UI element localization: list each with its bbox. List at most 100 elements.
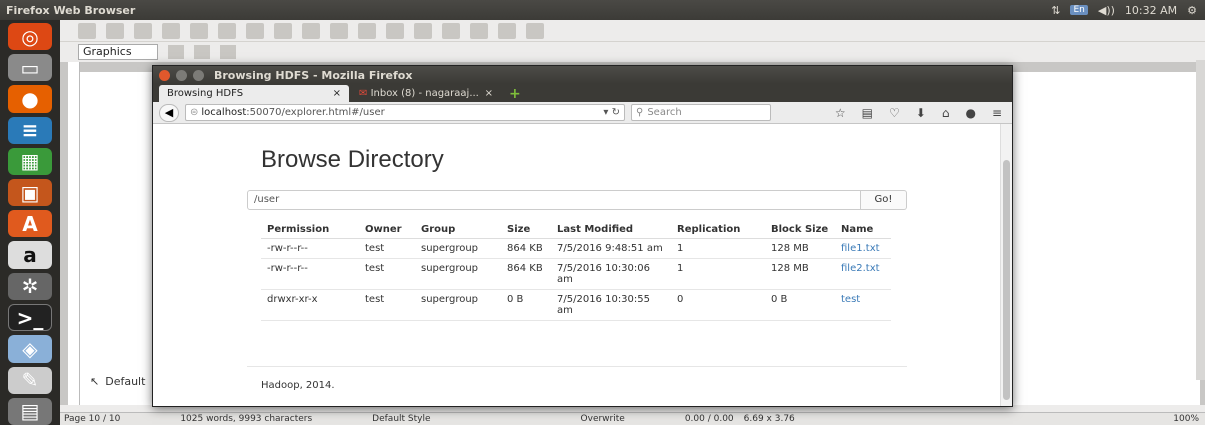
anchor-icon[interactable]	[220, 45, 236, 59]
modified-cell: 7/5/2016 9:48:51 am	[551, 238, 671, 259]
dash-home-icon[interactable]: ◎	[8, 23, 52, 51]
print-icon[interactable]	[190, 22, 208, 39]
back-button[interactable]: ◀	[159, 103, 179, 122]
undo-icon[interactable]	[330, 22, 348, 39]
wrap-off-icon[interactable]	[168, 45, 184, 59]
navigator-icon[interactable]	[470, 22, 488, 39]
tab-label: Browsing HDFS	[167, 88, 244, 99]
text-editor-icon[interactable]: ✎	[8, 366, 52, 394]
zoom-level[interactable]: 100%	[1173, 414, 1205, 424]
home-icon[interactable]: ⌂	[942, 106, 950, 120]
amazon-icon[interactable]: a	[8, 241, 52, 269]
column-header[interactable]: Owner	[359, 220, 415, 239]
file-link[interactable]: file2.txt	[841, 263, 880, 274]
close-tab-icon[interactable]: ×	[333, 88, 341, 99]
page-style[interactable]: Default Style	[372, 414, 430, 424]
url-bar[interactable]: ⊜ localhost:50070/explorer.html#/user ▾ …	[185, 104, 625, 121]
close-window-icon[interactable]	[159, 69, 170, 81]
column-header[interactable]: Permission	[261, 220, 359, 239]
search-placeholder: Search	[647, 107, 682, 118]
software-center-icon[interactable]: A	[8, 210, 52, 238]
column-header[interactable]: Last Modified	[551, 220, 671, 239]
table-header-row: Permission Owner Group Size Last Modifie…	[261, 220, 891, 239]
image-viewer-icon[interactable]: ◈	[8, 335, 52, 363]
bottom-style-label[interactable]: Default	[105, 375, 145, 388]
new-doc-icon[interactable]	[78, 22, 96, 39]
writer-icon[interactable]: ≡	[8, 116, 52, 144]
table-row: -rw-r--r-- test supergroup 864 KB 7/5/20…	[261, 258, 891, 290]
column-header[interactable]: Group	[415, 220, 501, 239]
formatting-marks-icon[interactable]	[498, 22, 516, 39]
toolbar-icons: ☆ ▤ ♡ ⬇ ⌂ ● ≡	[835, 106, 1006, 120]
page-content: Browse Directory /user Go! Permission Ow…	[153, 124, 1001, 406]
reload-icon[interactable]: ▾ ↻	[603, 107, 624, 118]
block-size-cell: 0 B	[765, 289, 835, 321]
tab-strip: Browsing HDFS × ✉ Inbox (8) - nagaraaj..…	[153, 84, 1012, 102]
frame-style-select[interactable]: Graphics	[78, 44, 158, 60]
column-header[interactable]: Block Size	[765, 220, 835, 239]
menu-icon[interactable]: ≡	[992, 106, 1002, 120]
firefox-icon[interactable]: ●	[8, 85, 52, 113]
image-icon[interactable]	[414, 22, 432, 39]
workspace-switcher-icon[interactable]: ▤	[8, 397, 52, 425]
tab-inbox[interactable]: ✉ Inbox (8) - nagaraaj... ×	[351, 85, 501, 102]
settings-gear-icon[interactable]: ⚙	[1187, 4, 1197, 17]
export-pdf-icon[interactable]	[162, 22, 180, 39]
site-info-icon[interactable]: ⊜	[190, 107, 198, 118]
window-title: Browsing HDFS - Mozilla Firefox	[214, 68, 413, 82]
open-icon[interactable]	[106, 22, 124, 39]
reading-list-icon[interactable]: ▤	[862, 106, 873, 120]
active-app-title: Firefox Web Browser	[6, 3, 136, 17]
directory-path-input[interactable]: /user	[247, 190, 861, 210]
cut-icon[interactable]	[246, 22, 264, 39]
scrollbar-thumb[interactable]	[1003, 160, 1010, 400]
help-icon[interactable]	[526, 22, 544, 39]
owner-cell: test	[359, 258, 415, 290]
writer-right-scrollbar[interactable]	[1196, 60, 1205, 380]
terminal-icon[interactable]: >_	[8, 303, 52, 332]
new-tab-button[interactable]: +	[503, 86, 527, 102]
column-header[interactable]: Size	[501, 220, 551, 239]
column-header[interactable]: Replication	[671, 220, 765, 239]
wrap-page-icon[interactable]	[194, 45, 210, 59]
minimize-window-icon[interactable]	[176, 69, 187, 81]
impress-icon[interactable]: ▣	[8, 178, 52, 207]
volume-icon[interactable]: ◀))	[1098, 4, 1115, 17]
insert-mode[interactable]: Overwrite	[581, 414, 625, 424]
calc-icon[interactable]: ▦	[8, 147, 52, 175]
close-tab-icon[interactable]: ×	[485, 88, 493, 99]
copy-icon[interactable]	[274, 22, 292, 39]
files-icon[interactable]: ▭	[8, 54, 52, 82]
hello-chat-icon[interactable]: ●	[965, 106, 975, 120]
bookmark-star-icon[interactable]: ☆	[835, 106, 846, 120]
directory-table: Permission Owner Group Size Last Modifie…	[261, 220, 891, 321]
network-icon[interactable]: ⇅	[1051, 4, 1060, 17]
search-input[interactable]: ⚲ Search	[631, 104, 771, 121]
system-settings-icon[interactable]: ✲	[8, 272, 52, 300]
spellcheck-icon[interactable]	[218, 22, 236, 39]
column-header[interactable]: Name	[835, 220, 891, 239]
page-scrollbar[interactable]	[1000, 124, 1012, 406]
size-cell: 0 B	[501, 289, 551, 321]
directory-link[interactable]: test	[841, 294, 860, 305]
select-arrow-icon[interactable]: ↖	[90, 375, 99, 388]
permission-cell: drwxr-xr-x	[261, 289, 359, 321]
owner-cell: test	[359, 289, 415, 321]
chart-icon[interactable]	[442, 22, 460, 39]
system-tray: ⇅ En ◀)) 10:32 AM ⚙	[1051, 4, 1205, 17]
save-icon[interactable]	[134, 22, 152, 39]
redo-icon[interactable]	[358, 22, 376, 39]
tab-browsing-hdfs[interactable]: Browsing HDFS ×	[159, 85, 349, 102]
keyboard-layout-indicator[interactable]: En	[1070, 5, 1088, 15]
size-cell: 864 KB	[501, 258, 551, 290]
maximize-window-icon[interactable]	[193, 69, 204, 81]
name-cell: test	[835, 289, 891, 321]
table-icon[interactable]	[386, 22, 404, 39]
clock[interactable]: 10:32 AM	[1125, 4, 1177, 17]
file-link[interactable]: file1.txt	[841, 243, 880, 254]
pocket-icon[interactable]: ♡	[889, 106, 900, 120]
go-button[interactable]: Go!	[861, 190, 907, 210]
url-path: :50070/explorer.html#/user	[246, 107, 385, 118]
paste-icon[interactable]	[302, 22, 320, 39]
downloads-icon[interactable]: ⬇	[916, 106, 926, 120]
